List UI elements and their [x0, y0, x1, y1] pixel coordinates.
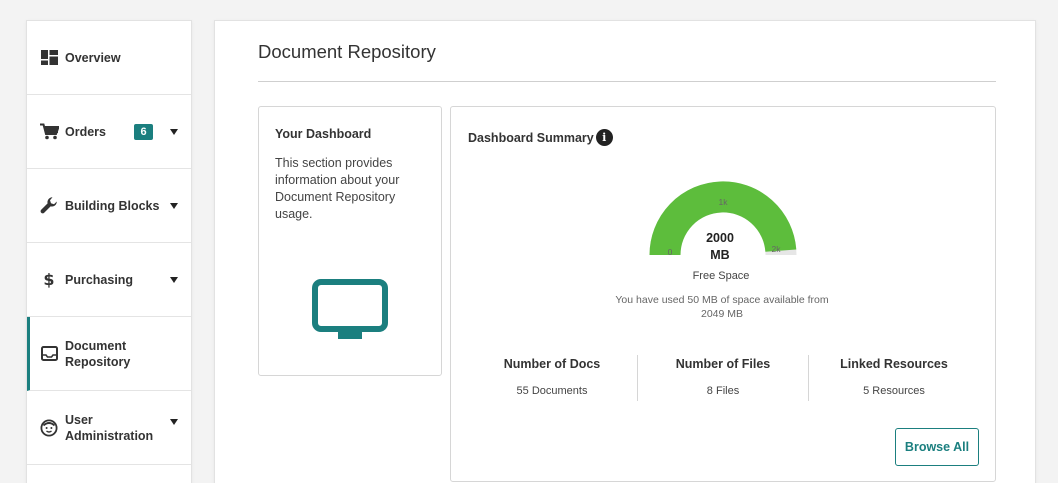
stats-row: Number of Docs 55 Documents Number of Fi…	[467, 355, 979, 401]
stat-number-of-docs: Number of Docs 55 Documents	[467, 355, 637, 401]
gauge-min-label: 0	[668, 247, 673, 257]
stat-value: 8 Files	[706, 385, 740, 397]
sidebar-item-building-blocks[interactable]: Building Blocks	[27, 169, 191, 243]
sidebar-item-label: Document Repository	[65, 338, 131, 369]
stat-label: Number of Files	[675, 357, 771, 371]
info-icon[interactable]: i	[595, 129, 613, 146]
your-dashboard-card: Your Dashboard This section provides inf…	[258, 106, 442, 376]
chevron-down-icon[interactable]	[170, 276, 178, 283]
gauge-mid-label: 1k	[719, 197, 729, 207]
sidebar-item-purchasing[interactable]: $ Purchasing	[27, 243, 191, 317]
orders-count-badge: 6	[134, 124, 153, 140]
summary-heading-text: Dashboard Summary	[468, 130, 594, 145]
browse-all-button[interactable]: Browse All	[895, 428, 979, 466]
gauge-value: 2000 MB	[695, 230, 745, 264]
cart-icon	[39, 122, 59, 142]
stat-label: Number of Docs	[503, 357, 601, 371]
card-description: This section provides information about …	[275, 156, 400, 221]
gauge-max-label: 2k	[772, 244, 782, 254]
dashboard-summary-card: Dashboard Summary i 0 1k 2k 2000 MB Free…	[450, 106, 996, 482]
stat-linked-resources: Linked Resources 5 Resources	[808, 355, 979, 401]
sidebar-item-label: Building Blocks	[65, 198, 160, 213]
dashboard-grid-icon	[39, 48, 59, 68]
chevron-down-icon[interactable]	[170, 202, 178, 209]
sidebar-item-label: Orders	[65, 124, 106, 139]
sidebar-item-label: Overview	[65, 50, 121, 65]
main-panel: Document Repository Your Dashboard This …	[214, 20, 1036, 483]
stat-label: Linked Resources	[840, 357, 948, 371]
user-face-icon	[39, 418, 59, 438]
stat-value: 5 Resources	[863, 385, 925, 397]
sidebar-item-label: Purchasing	[65, 272, 134, 287]
page-title: Document Repository	[258, 41, 436, 62]
gauge-caption: Free Space	[692, 270, 750, 282]
summary-heading: Dashboard Summary i	[468, 129, 613, 146]
sidebar-item-orders[interactable]: Orders 6	[27, 95, 191, 169]
chevron-down-icon[interactable]	[170, 418, 178, 425]
sidebar-item-document-repository[interactable]: Document Repository	[27, 317, 191, 391]
gauge-value-unit: MB	[710, 248, 730, 262]
gauge-value-number: 2000	[706, 231, 734, 245]
stat-number-of-files: Number of Files 8 Files	[637, 355, 808, 401]
usage-text: You have used 50 MB of space available f…	[615, 294, 829, 320]
sidebar-item-label: User Administration	[65, 412, 154, 443]
title-divider	[258, 81, 996, 82]
sidebar-item-overview[interactable]: Overview	[27, 21, 191, 95]
sidebar-item-user-administration[interactable]: User Administration	[27, 391, 191, 465]
sidebar: Overview Orders 6 Building Blocks $ Purc…	[26, 20, 192, 483]
stat-value: 55 Documents	[516, 385, 588, 397]
wrench-icon	[39, 196, 59, 216]
card-heading: Your Dashboard	[275, 127, 372, 141]
monitor-icon	[312, 279, 388, 339]
chevron-down-icon[interactable]	[170, 128, 178, 135]
inbox-tray-icon	[39, 344, 59, 364]
dollar-icon: $	[43, 270, 55, 289]
